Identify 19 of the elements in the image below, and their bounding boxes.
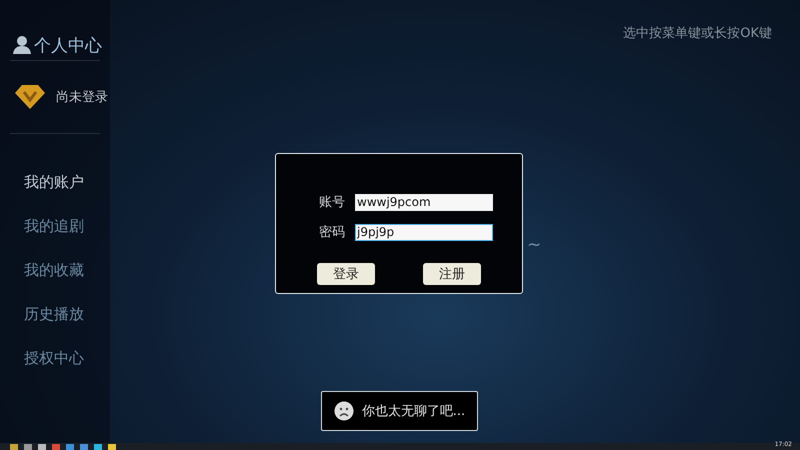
- sidebar-item[interactable]: 我的账户: [0, 160, 110, 204]
- sidebar-item[interactable]: 授权中心: [0, 336, 110, 380]
- input-field[interactable]: wwwj9pcom: [355, 194, 493, 210]
- diamond-icon: [14, 84, 46, 110]
- sad-face-icon: [334, 401, 354, 421]
- empty-message: ~: [527, 235, 542, 255]
- register-button[interactable]: 注册: [423, 263, 481, 285]
- person-icon: [12, 35, 32, 55]
- sidebar-title: 个人中心: [34, 34, 102, 56]
- sidebar-item[interactable]: 历史播放: [0, 292, 110, 336]
- sidebar-item[interactable]: 我的追剧: [0, 204, 110, 248]
- toast-text: 你也太无聊了吧...: [362, 403, 466, 420]
- field-label: 账号: [319, 194, 345, 211]
- field-label: 密码: [319, 224, 345, 241]
- login-button[interactable]: 登录: [317, 263, 375, 285]
- sidebar-item[interactable]: 我的收藏: [0, 248, 110, 292]
- login-status: 尚未登录: [56, 89, 108, 106]
- hint-text: 选中按菜单键或长按OK键: [623, 25, 772, 42]
- input-field[interactable]: j9pj9p: [355, 224, 493, 240]
